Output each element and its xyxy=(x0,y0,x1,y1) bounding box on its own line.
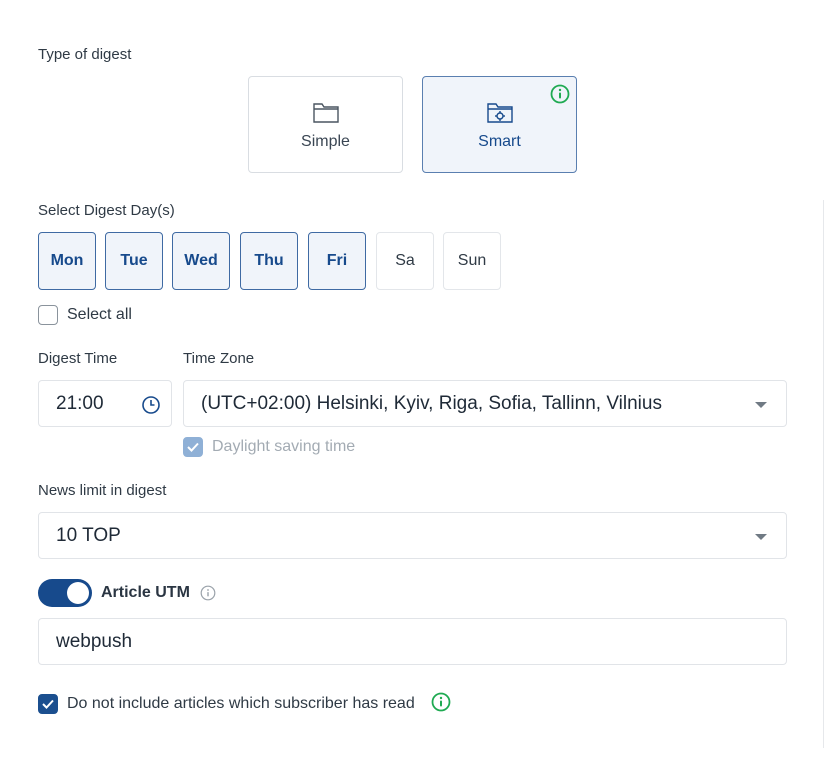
info-icon[interactable] xyxy=(431,692,451,712)
digest-time-label: Digest Time xyxy=(38,350,118,367)
news-limit-value: 10 TOP xyxy=(56,524,121,546)
day-mon[interactable]: Mon xyxy=(38,232,96,290)
news-limit-label: News limit in digest xyxy=(38,482,167,499)
daylight-saving-checkbox[interactable] xyxy=(183,437,203,457)
digest-days-label: Select Digest Day(s) xyxy=(38,202,175,219)
digest-time-input[interactable]: 21:00 xyxy=(38,380,172,427)
time-zone-label: Time Zone xyxy=(183,350,255,367)
select-all-label[interactable]: Select all xyxy=(67,306,132,324)
chevron-down-icon xyxy=(755,534,767,540)
digest-time-value: 21:00 xyxy=(56,392,104,414)
day-tue[interactable]: Tue xyxy=(105,232,163,290)
check-icon xyxy=(42,699,54,709)
info-icon[interactable] xyxy=(550,84,570,104)
digest-type-simple[interactable]: Simple xyxy=(248,76,403,173)
toggle-knob xyxy=(67,582,89,604)
news-limit-select[interactable]: 10 TOP xyxy=(38,512,787,559)
article-utm-input[interactable]: webpush xyxy=(38,618,787,665)
exclude-read-label[interactable]: Do not include articles which subscriber… xyxy=(67,695,415,713)
chevron-down-icon xyxy=(755,402,767,408)
folder-icon xyxy=(312,102,339,123)
day-wed[interactable]: Wed xyxy=(172,232,230,290)
digest-type-smart[interactable]: Smart xyxy=(422,76,577,173)
select-all-checkbox[interactable] xyxy=(38,305,58,325)
time-zone-select[interactable]: (UTC+02:00) Helsinki, Kyiv, Riga, Sofia,… xyxy=(183,380,787,427)
day-sun[interactable]: Sun xyxy=(443,232,501,290)
article-utm-value: webpush xyxy=(56,630,133,652)
time-zone-value: (UTC+02:00) Helsinki, Kyiv, Riga, Sofia,… xyxy=(201,392,662,414)
digest-type-simple-label: Simple xyxy=(301,132,350,150)
digest-type-label: Type of digest xyxy=(38,46,132,63)
day-thu[interactable]: Thu xyxy=(240,232,298,290)
exclude-read-checkbox[interactable] xyxy=(38,694,58,714)
day-sat[interactable]: Sa xyxy=(376,232,434,290)
daylight-saving-label: Daylight saving time xyxy=(212,438,356,455)
check-icon xyxy=(187,442,199,452)
info-icon[interactable] xyxy=(200,585,216,601)
clock-icon[interactable] xyxy=(141,395,161,415)
folder-gear-icon xyxy=(486,102,513,123)
scrollbar-track xyxy=(823,200,824,748)
digest-type-smart-label: Smart xyxy=(478,132,521,150)
article-utm-toggle[interactable] xyxy=(38,579,92,607)
day-fri[interactable]: Fri xyxy=(308,232,366,290)
article-utm-label: Article UTM xyxy=(101,584,190,601)
